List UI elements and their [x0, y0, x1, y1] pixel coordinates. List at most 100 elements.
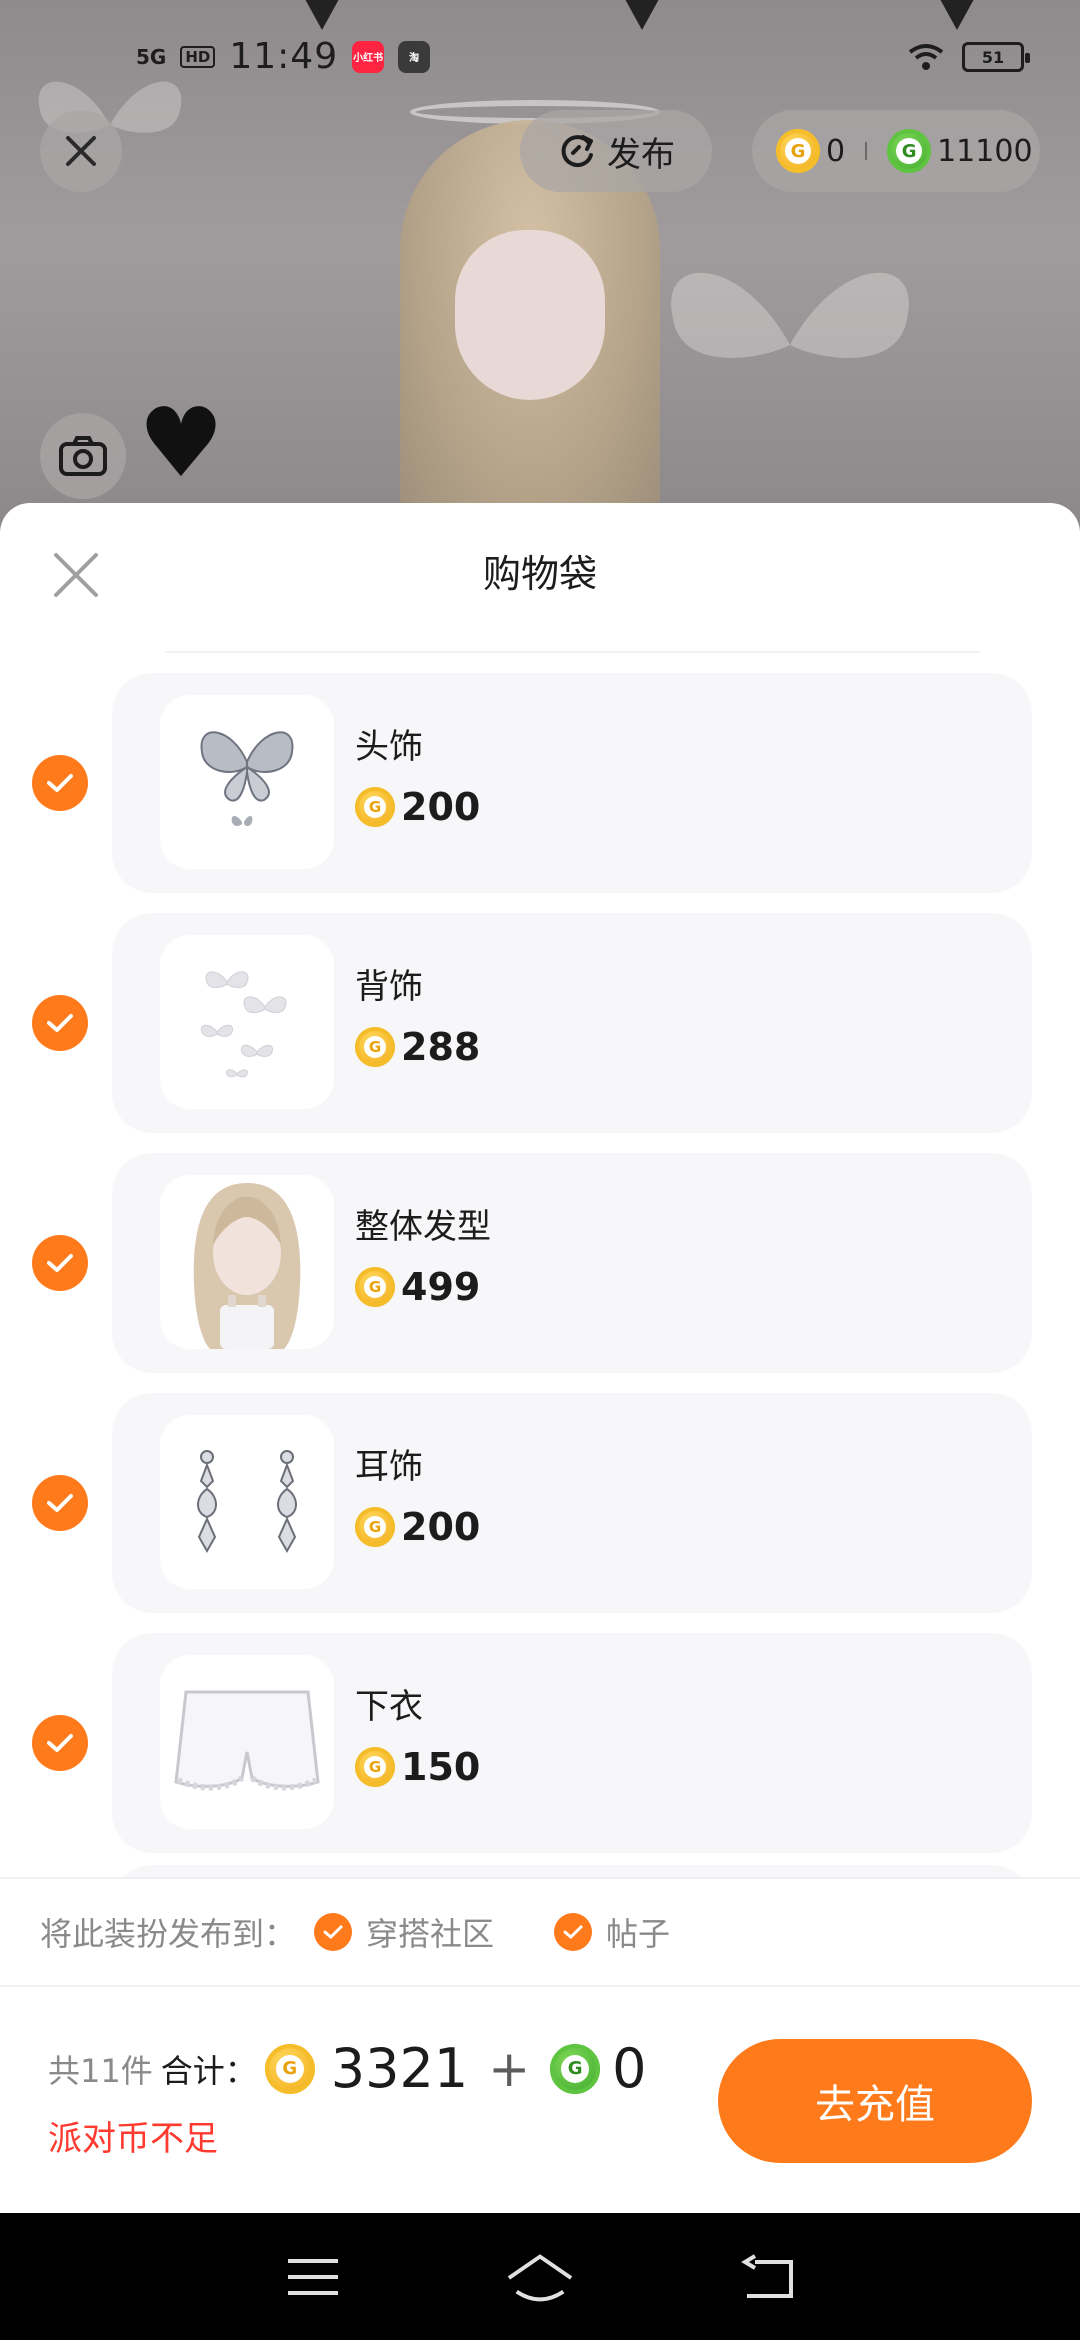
item-price: G 499 — [355, 1265, 480, 1309]
camera-button[interactable] — [40, 413, 126, 499]
cart-item[interactable]: 背饰 G 288 — [0, 913, 1080, 1133]
hairstyle-icon — [193, 1183, 301, 1349]
item-name: 整体发型 — [355, 1207, 491, 1247]
checkbox-checked-icon — [554, 1913, 593, 1951]
gold-balance: 0 — [826, 133, 846, 169]
home-nav-button[interactable] — [505, 2247, 575, 2307]
publish-option-label: 帖子 — [606, 1915, 671, 1953]
item-card[interactable]: 背饰 G 288 — [112, 913, 1032, 1133]
item-thumbnail — [160, 1415, 334, 1589]
network-indicator: 5G — [136, 44, 167, 69]
item-card[interactable]: 耳饰 G 200 — [112, 1393, 1032, 1613]
camera-icon — [59, 436, 107, 476]
menu-icon — [288, 2258, 339, 2295]
item-card[interactable]: 整体发型 G 499 — [112, 1153, 1032, 1373]
close-avatar-button[interactable] — [40, 110, 122, 192]
wifi-icon — [908, 44, 944, 70]
recharge-button[interactable]: 去充值 — [718, 2039, 1032, 2163]
butterfly-decor-icon — [671, 272, 909, 358]
publish-button[interactable]: 发布 — [520, 110, 712, 192]
item-price-value: 200 — [401, 785, 481, 829]
decor-triangle — [300, 0, 344, 30]
item-price: G 150 — [355, 1745, 480, 1789]
cart-item[interactable]: 头饰 G 200 — [0, 673, 1080, 893]
heart-decor-icon: ♥ — [138, 387, 225, 499]
item-price-value: 288 — [401, 1025, 481, 1069]
item-price-value: 150 — [401, 1745, 481, 1789]
cart-item[interactable]: 整体发型 G 499 — [0, 1153, 1080, 1373]
status-time: 11:49 — [229, 36, 339, 77]
divider — [165, 651, 980, 653]
green-total: 0 — [612, 2037, 647, 2100]
menu-nav-button[interactable] — [278, 2247, 348, 2307]
item-thumbnail — [160, 695, 334, 869]
shopping-bag-sheet: 购物袋 头饰 G 200 背饰 G 288 整体发型 G 499 耳饰 G 20… — [0, 503, 1080, 2213]
item-name: 头饰 — [355, 727, 423, 767]
green-coin-icon: G — [887, 129, 932, 173]
publish-label: 发布 — [607, 134, 675, 175]
item-price-value: 499 — [401, 1265, 481, 1309]
close-icon — [66, 136, 96, 166]
item-name: 背饰 — [355, 967, 423, 1007]
decor-triangle — [935, 0, 979, 30]
checkout-footer: 共11件 合计： G 3321 + G 0 派对币不足 去充值 — [0, 1989, 1080, 2213]
plus-sign: + — [488, 2039, 531, 2098]
back-icon — [740, 2253, 793, 2298]
checkmark-icon — [47, 1494, 73, 1512]
battery-indicator: 51 — [962, 42, 1030, 72]
checkmark-icon — [47, 1734, 73, 1752]
butterfly-back-accessory-icon — [200, 971, 287, 1078]
publish-to-row: 将此装扮发布到： 穿搭社区 帖子 — [0, 1877, 1080, 1987]
item-thumbnail — [160, 1655, 334, 1829]
butterfly-hairpin-icon — [200, 731, 294, 826]
system-navigation-bar — [0, 2213, 1080, 2340]
shorts-icon — [174, 1690, 320, 1791]
notification-app-icon: 淘 — [398, 40, 431, 73]
home-icon — [507, 2253, 573, 2301]
item-checkbox[interactable] — [32, 755, 88, 811]
publish-option-label: 穿搭社区 — [366, 1915, 495, 1953]
publish-to-label: 将此装扮发布到： — [40, 1915, 297, 1953]
gold-coin-icon: G — [355, 1267, 395, 1307]
item-price: G 288 — [355, 1025, 480, 1069]
item-name: 耳饰 — [355, 1447, 423, 1487]
gold-coin-icon: G — [355, 787, 395, 827]
cart-item[interactable]: 耳饰 G 200 — [0, 1393, 1080, 1613]
gold-coin-icon: G — [264, 2043, 315, 2094]
item-name: 下衣 — [355, 1687, 423, 1727]
publish-option-post[interactable]: 帖子 — [554, 1909, 670, 1955]
earrings-icon — [197, 1450, 297, 1554]
item-checkbox[interactable] — [32, 1235, 88, 1291]
gold-coin-icon: G — [355, 1027, 395, 1067]
item-price: G 200 — [355, 1505, 480, 1549]
item-price: G 200 — [355, 785, 480, 829]
item-count: 共11件 — [48, 2051, 153, 2090]
item-checkbox[interactable] — [32, 1715, 88, 1771]
status-bar: 5G HD 11:49 小红书 淘 51 — [0, 30, 1080, 90]
item-card[interactable]: 头饰 G 200 — [112, 673, 1032, 893]
total-summary: 共11件 合计： G 3321 + G 0 — [48, 2037, 646, 2100]
checkmark-icon — [47, 1254, 73, 1272]
green-balance: 11100 — [937, 133, 1033, 169]
decor-triangle — [620, 0, 664, 30]
item-card[interactable]: 下衣 G 150 — [112, 1633, 1032, 1853]
gold-coin-icon: G — [355, 1507, 395, 1547]
notification-app-icon: 小红书 — [352, 40, 385, 73]
cart-item[interactable]: 下衣 G 150 — [0, 1633, 1080, 1853]
sheet-title: 购物袋 — [482, 552, 597, 596]
back-nav-button[interactable] — [732, 2247, 802, 2307]
item-checkbox[interactable] — [32, 995, 88, 1051]
checkmark-icon — [47, 774, 73, 792]
avatar-face — [455, 230, 605, 400]
gold-total: 3321 — [330, 2037, 469, 2100]
gold-coin-icon: G — [355, 1747, 395, 1787]
gold-coin-icon: G — [776, 129, 820, 173]
item-checkbox[interactable] — [32, 1475, 88, 1531]
checkbox-checked-icon — [314, 1913, 353, 1951]
total-label: 合计： — [160, 2051, 257, 2090]
publish-option-community[interactable]: 穿搭社区 — [314, 1909, 494, 1955]
checkmark-icon — [47, 1014, 73, 1032]
currency-balance[interactable]: G 0 G 11100 — [752, 110, 1040, 192]
divider — [865, 142, 868, 160]
insufficient-balance-warning: 派对币不足 — [48, 2119, 218, 2159]
